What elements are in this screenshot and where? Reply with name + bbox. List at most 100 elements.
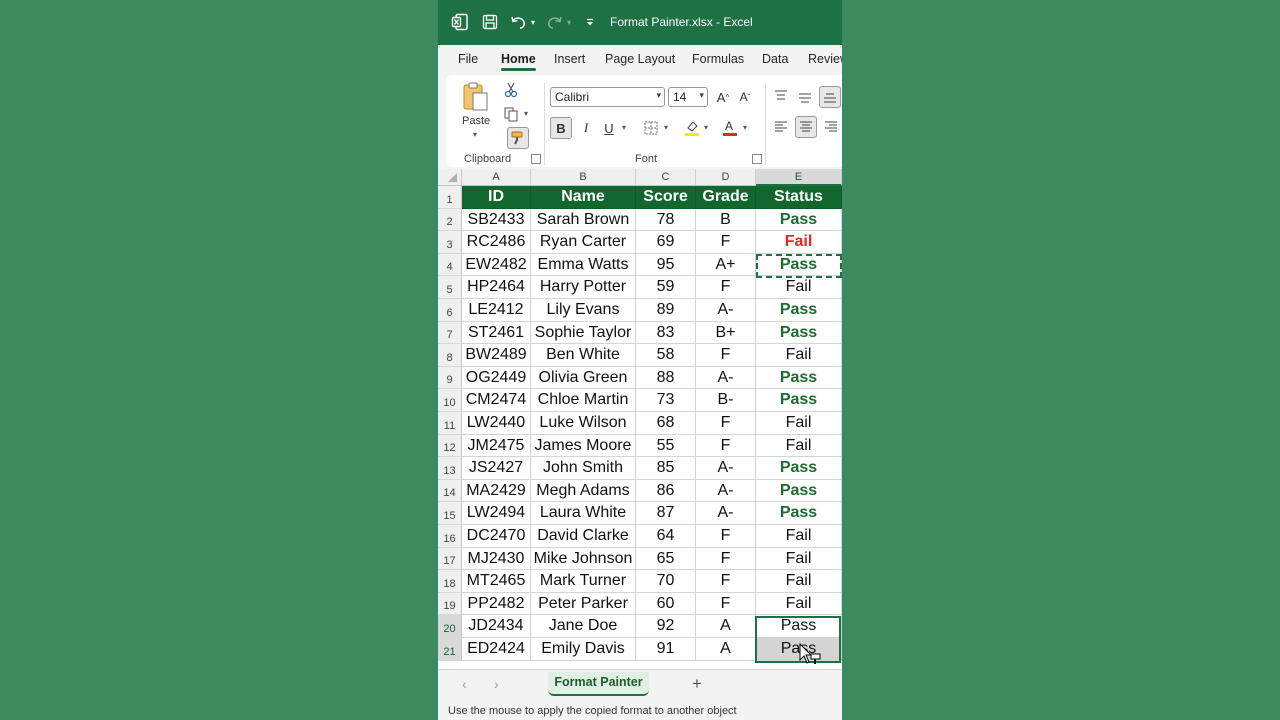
- row-header[interactable]: 12: [438, 434, 462, 458]
- score-cell[interactable]: 89: [636, 299, 696, 322]
- row-header[interactable]: 7: [438, 321, 462, 345]
- row-header[interactable]: 6: [438, 299, 462, 322]
- fill-color-dropdown-icon[interactable]: ▾: [704, 123, 708, 132]
- row-header[interactable]: 8: [438, 344, 462, 367]
- score-cell[interactable]: 87: [636, 502, 696, 525]
- status-cell[interactable]: Fail: [756, 276, 842, 299]
- score-cell[interactable]: 92: [636, 615, 696, 638]
- grade-cell[interactable]: B+: [696, 321, 756, 345]
- borders-dropdown-icon[interactable]: ▾: [664, 123, 668, 132]
- id-cell[interactable]: MA2429: [462, 479, 531, 503]
- worksheet-grid[interactable]: ABCDE 1 ID Name Score Grade Status 2 SB2433 Sara…: [438, 169, 842, 669]
- id-cell[interactable]: JD2434: [462, 615, 531, 638]
- tab-formulas[interactable]: Formulas: [692, 52, 744, 66]
- id-cell[interactable]: SB2433: [462, 208, 531, 232]
- row-header[interactable]: 17: [438, 547, 462, 571]
- copy-dropdown-icon[interactable]: ▾: [524, 109, 528, 118]
- status-cell[interactable]: Pass: [756, 321, 842, 345]
- font-launcher-icon[interactable]: [752, 154, 762, 164]
- row-header[interactable]: 15: [438, 502, 462, 525]
- score-cell[interactable]: 78: [636, 208, 696, 232]
- grade-cell[interactable]: A+: [696, 253, 756, 277]
- score-cell[interactable]: 83: [636, 321, 696, 345]
- status-cell[interactable]: Fail: [756, 592, 842, 616]
- grade-cell[interactable]: B: [696, 208, 756, 232]
- score-cell[interactable]: 59: [636, 276, 696, 299]
- score-cell[interactable]: 85: [636, 457, 696, 480]
- paste-dropdown-icon[interactable]: ▾: [473, 130, 477, 139]
- name-cell[interactable]: Sarah Brown: [531, 208, 636, 232]
- name-cell[interactable]: Ryan Carter: [531, 231, 636, 254]
- underline-dropdown-icon[interactable]: ▾: [622, 123, 626, 132]
- id-cell[interactable]: RC2486: [462, 231, 531, 254]
- status-cell[interactable]: Pass: [756, 299, 842, 322]
- copy-icon[interactable]: [500, 103, 522, 125]
- name-cell[interactable]: Harry Potter: [531, 276, 636, 299]
- row-header[interactable]: 21: [438, 638, 462, 661]
- save-icon[interactable]: [480, 12, 500, 32]
- grade-cell[interactable]: F: [696, 525, 756, 548]
- name-cell[interactable]: Luke Wilson: [531, 412, 636, 435]
- status-cell[interactable]: Fail: [756, 434, 842, 458]
- status-cell[interactable]: Pass: [756, 389, 842, 412]
- fill-color-icon[interactable]: [681, 117, 703, 139]
- row-header[interactable]: 9: [438, 366, 462, 390]
- redo-icon[interactable]: [544, 12, 564, 32]
- id-cell[interactable]: JM2475: [462, 434, 531, 458]
- name-cell[interactable]: Laura White: [531, 502, 636, 525]
- id-cell[interactable]: EW2482: [462, 253, 531, 277]
- name-cell[interactable]: Megh Adams: [531, 479, 636, 503]
- id-cell[interactable]: LW2494: [462, 502, 531, 525]
- increase-font-size-icon[interactable]: A ^: [712, 86, 734, 108]
- header-cell[interactable]: Status: [756, 186, 842, 209]
- id-cell[interactable]: DC2470: [462, 525, 531, 548]
- status-cell[interactable]: Fail: [756, 231, 842, 254]
- row-header[interactable]: 11: [438, 412, 462, 435]
- score-cell[interactable]: 60: [636, 592, 696, 616]
- format-painter-icon[interactable]: [507, 127, 529, 149]
- row-header[interactable]: 20: [438, 615, 462, 638]
- id-cell[interactable]: CM2474: [462, 389, 531, 412]
- row-header[interactable]: 1: [438, 186, 462, 209]
- name-cell[interactable]: Chloe Martin: [531, 389, 636, 412]
- grade-cell[interactable]: A-: [696, 479, 756, 503]
- scroll-tabs-right-icon[interactable]: ›: [494, 676, 499, 692]
- row-header[interactable]: 13: [438, 457, 462, 480]
- status-cell[interactable]: Pass: [756, 366, 842, 390]
- underline-button[interactable]: U: [598, 117, 620, 139]
- tab-insert[interactable]: Insert: [554, 52, 585, 66]
- id-cell[interactable]: ST2461: [462, 321, 531, 345]
- grade-cell[interactable]: A: [696, 638, 756, 661]
- row-header[interactable]: 14: [438, 479, 462, 503]
- bottom-align-icon[interactable]: [819, 86, 841, 108]
- name-cell[interactable]: Lily Evans: [531, 299, 636, 322]
- name-cell[interactable]: Mark Turner: [531, 570, 636, 593]
- row-header[interactable]: 18: [438, 570, 462, 593]
- grade-cell[interactable]: A-: [696, 366, 756, 390]
- name-cell[interactable]: Olivia Green: [531, 366, 636, 390]
- font-color-icon[interactable]: A: [719, 117, 741, 139]
- name-cell[interactable]: Emily Davis: [531, 638, 636, 661]
- score-cell[interactable]: 64: [636, 525, 696, 548]
- select-all-corner[interactable]: [438, 169, 462, 186]
- undo-dropdown-icon[interactable]: ▾: [528, 12, 538, 32]
- name-cell[interactable]: David Clarke: [531, 525, 636, 548]
- name-cell[interactable]: Emma Watts: [531, 253, 636, 277]
- row-header[interactable]: 10: [438, 389, 462, 412]
- row-header[interactable]: 3: [438, 231, 462, 254]
- column-header-e[interactable]: E: [756, 169, 842, 186]
- grade-cell[interactable]: A-: [696, 299, 756, 322]
- grade-cell[interactable]: A: [696, 615, 756, 638]
- status-cell[interactable]: Fail: [756, 412, 842, 435]
- score-cell[interactable]: 95: [636, 253, 696, 277]
- bold-button[interactable]: B: [550, 117, 572, 139]
- sheet-tab-format-painter[interactable]: Format Painter: [548, 672, 649, 696]
- id-cell[interactable]: MJ2430: [462, 547, 531, 571]
- score-cell[interactable]: 58: [636, 344, 696, 367]
- decrease-font-size-icon[interactable]: Aˇ: [734, 86, 756, 108]
- align-left-icon[interactable]: [770, 116, 792, 138]
- row-header[interactable]: 16: [438, 525, 462, 548]
- score-cell[interactable]: 55: [636, 434, 696, 458]
- column-header-c[interactable]: C: [636, 169, 696, 186]
- align-right-icon[interactable]: [820, 116, 842, 138]
